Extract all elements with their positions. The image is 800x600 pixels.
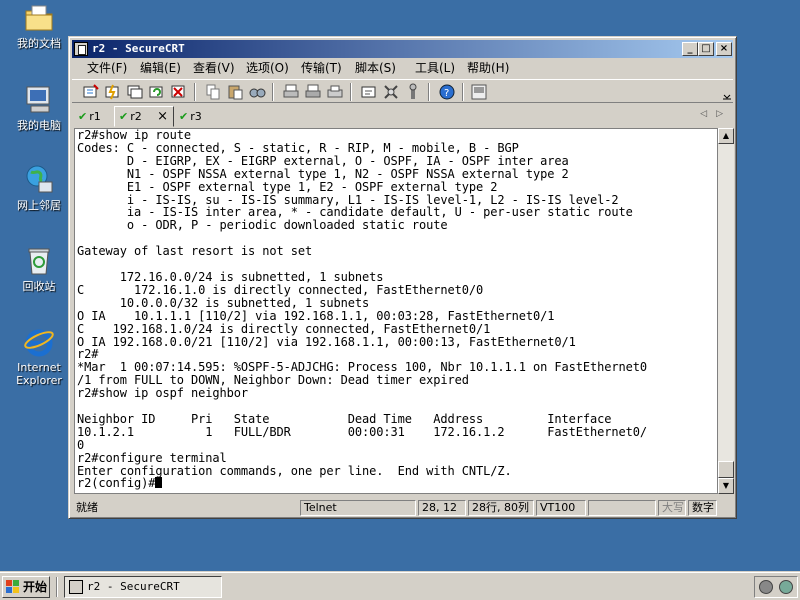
status-caps-lock: 大写 xyxy=(658,500,686,516)
terminal-output: r2#show ip route Codes: C - connected, S… xyxy=(75,129,717,490)
tab-scroll-left-icon[interactable]: ◁ xyxy=(700,109,707,119)
status-num-lock: 数字 xyxy=(688,500,717,516)
windows-flag-icon xyxy=(6,580,20,594)
taskbar: 开始 r2 - SecureCRT xyxy=(0,572,800,600)
maximize-button[interactable]: □ xyxy=(698,42,714,56)
global-options-icon[interactable] xyxy=(382,83,400,101)
internet-explorer-icon xyxy=(23,326,55,358)
terminal-history: r2#show ip route Codes: C - connected, S… xyxy=(77,128,647,478)
toolbar-separator xyxy=(462,83,464,101)
network-globe-icon xyxy=(23,164,55,196)
close-button[interactable]: × xyxy=(716,42,732,56)
desktop-icon-label: 我的电脑 xyxy=(17,119,61,132)
desktop-icon-label: 网上邻居 xyxy=(17,199,61,212)
menu-transfer[interactable]: 传输(T) xyxy=(301,61,342,76)
scroll-down-icon[interactable]: ▼ xyxy=(718,478,734,494)
terminal-scrollbar[interactable]: ▲ ▼ xyxy=(718,128,734,494)
minimize-button[interactable]: _ xyxy=(682,42,698,56)
status-terminal-size: 28行, 80列 xyxy=(468,500,534,516)
scroll-up-icon[interactable]: ▲ xyxy=(718,128,734,144)
tray-network-icon[interactable] xyxy=(759,580,773,594)
toolbar: ? xyxy=(72,79,733,103)
status-emulation: VT100 xyxy=(536,500,586,516)
status-ready: 就绪 xyxy=(76,501,98,514)
desktop-icon-recycle-bin[interactable]: 回收站 xyxy=(8,245,70,293)
toolbar-separator xyxy=(272,83,274,101)
toolbar-separator xyxy=(350,83,352,101)
tab-label: r1 xyxy=(89,110,101,123)
title-bar[interactable]: r2 - SecureCRT _ □ × xyxy=(72,40,733,58)
connected-check-icon: ✔ xyxy=(119,110,129,123)
reconnect-icon[interactable] xyxy=(148,83,166,101)
connect-icon[interactable] xyxy=(82,83,100,101)
copy-icon[interactable] xyxy=(204,83,222,101)
app-icon xyxy=(74,42,88,56)
connect-tab-icon[interactable] xyxy=(126,83,144,101)
quick-connect-icon[interactable] xyxy=(104,83,122,101)
printer-icon[interactable] xyxy=(326,83,344,101)
print-icon[interactable] xyxy=(282,83,300,101)
toolbar-separator xyxy=(428,83,430,101)
tab-scroll-right-icon[interactable]: ▷ xyxy=(716,109,723,119)
menu-edit[interactable]: 编辑(E) xyxy=(140,61,181,76)
tab-close-icon[interactable]: × xyxy=(157,107,168,126)
securecrt-window: r2 - SecureCRT _ □ × 文件(F) 编辑(E) 查看(V) 选… xyxy=(68,36,737,519)
status-cursor-position: 28, 12 xyxy=(418,500,466,516)
desktop-icon-my-documents[interactable]: 我的文档 xyxy=(8,2,70,50)
system-tray xyxy=(754,576,798,598)
command-window-icon[interactable] xyxy=(470,83,488,101)
status-bar: 就绪 Telnet 28, 12 28行, 80列 VT100 大写 数字 xyxy=(72,499,733,517)
session-tab-bar: ✔ r1 ✔ r2 × ✔ r3 ◁ ▷ xyxy=(72,105,733,127)
taskbar-separator xyxy=(56,577,58,597)
tab-label: r2 xyxy=(130,110,142,123)
tab-r2[interactable]: ✔ r2 × xyxy=(114,106,174,127)
svg-text:?: ? xyxy=(444,88,449,99)
find-icon[interactable] xyxy=(248,83,266,101)
tray-speaker-icon[interactable] xyxy=(779,580,793,594)
menu-options[interactable]: 选项(O) xyxy=(246,61,289,76)
status-blank xyxy=(588,500,656,516)
desktop-icon-internet-explorer[interactable]: Internet Explorer xyxy=(8,326,70,387)
desktop-icon-label: Internet Explorer xyxy=(16,361,62,387)
desktop-icon-network[interactable]: 网上邻居 xyxy=(8,164,70,212)
menu-bar: 文件(F) 编辑(E) 查看(V) 选项(O) 传输(T) 脚本(S) 工具(L… xyxy=(72,59,733,78)
session-options-icon[interactable] xyxy=(360,83,378,101)
task-label: r2 - SecureCRT xyxy=(87,580,180,593)
desktop-icon-my-computer[interactable]: 我的电脑 xyxy=(8,84,70,132)
status-protocol: Telnet xyxy=(300,500,416,516)
tab-r3[interactable]: ✔ r3 xyxy=(179,108,215,126)
app-icon xyxy=(69,580,83,594)
menu-help[interactable]: 帮助(H) xyxy=(467,61,509,76)
terminal-prompt: r2(config)# xyxy=(77,476,156,491)
tab-label: r3 xyxy=(190,110,202,123)
menu-view[interactable]: 查看(V) xyxy=(193,61,235,76)
start-label: 开始 xyxy=(23,580,48,594)
taskbar-task-securecrt[interactable]: r2 - SecureCRT xyxy=(64,576,222,598)
window-title: r2 - SecureCRT xyxy=(92,42,185,55)
paste-icon[interactable] xyxy=(226,83,244,101)
desktop-icon-label: 回收站 xyxy=(22,280,56,293)
start-button[interactable]: 开始 xyxy=(2,576,50,598)
disconnect-icon[interactable] xyxy=(170,83,188,101)
help-icon[interactable]: ? xyxy=(438,83,456,101)
connected-check-icon: ✔ xyxy=(179,110,189,123)
tab-r1[interactable]: ✔ r1 xyxy=(78,108,114,126)
desktop-icon-label: 我的文档 xyxy=(17,37,61,50)
print-selection-icon[interactable] xyxy=(304,83,322,101)
computer-icon xyxy=(23,84,55,116)
menu-file[interactable]: 文件(F) xyxy=(87,61,127,76)
terminal-cursor xyxy=(155,477,163,489)
terminal-screen[interactable]: r2#show ip route Codes: C - connected, S… xyxy=(74,128,718,494)
toolbar-overflow-icon[interactable] xyxy=(722,83,732,101)
menu-tools[interactable]: 工具(L) xyxy=(415,61,455,76)
scroll-thumb[interactable] xyxy=(718,461,734,478)
folder-icon xyxy=(23,2,55,34)
menu-script[interactable]: 脚本(S) xyxy=(355,61,396,76)
connected-check-icon: ✔ xyxy=(78,110,88,123)
recycle-bin-icon xyxy=(23,245,55,277)
keymap-icon[interactable] xyxy=(404,83,422,101)
toolbar-separator xyxy=(194,83,196,101)
